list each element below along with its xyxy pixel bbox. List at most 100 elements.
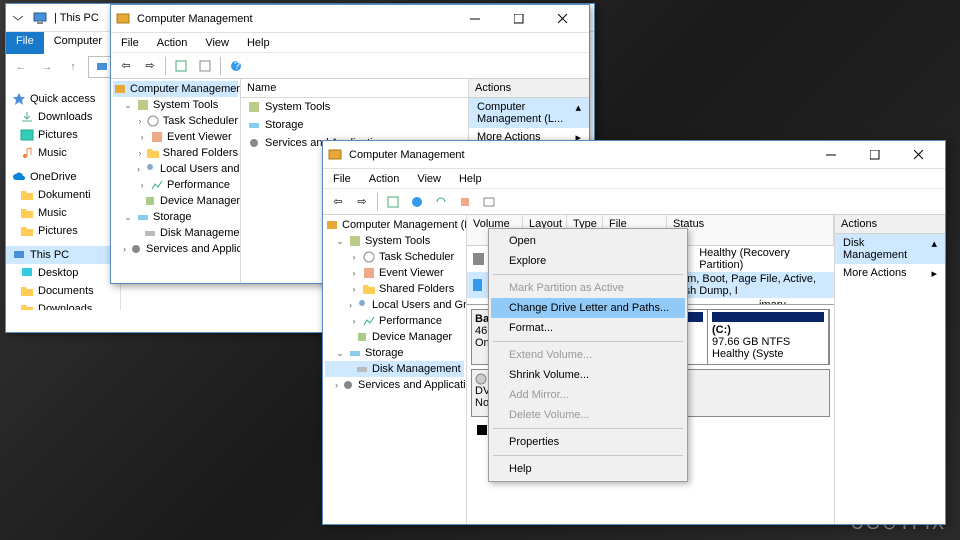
storage-icon: [348, 346, 362, 360]
tree-shared-folders[interactable]: ›Shared Folders: [325, 281, 464, 297]
nav-downloads[interactable]: Downloads: [6, 108, 120, 126]
tree-users-groups[interactable]: ›Local Users and Groups: [325, 297, 464, 313]
nav-music[interactable]: Music: [6, 144, 120, 162]
nav-desktop[interactable]: Desktop: [6, 264, 120, 282]
minimize-button[interactable]: [453, 6, 497, 32]
tree-system-tools[interactable]: ⌄System Tools: [113, 97, 238, 113]
nav-od-music[interactable]: Music: [6, 204, 120, 222]
partition-c[interactable]: (C:)97.66 GB NTFSHealthy (Syste: [708, 310, 829, 364]
ctx-extend-volume: Extend Volume...: [491, 345, 685, 365]
tree-event-viewer[interactable]: ›Event Viewer: [113, 129, 238, 145]
nav-documents[interactable]: Documents: [6, 282, 120, 300]
tree-event-viewer[interactable]: ›Event Viewer: [325, 265, 464, 281]
ctx-explore[interactable]: Explore: [491, 251, 685, 271]
back-button[interactable]: ⇦: [115, 55, 137, 77]
settings-button[interactable]: [454, 191, 476, 213]
properties-button[interactable]: [194, 55, 216, 77]
forward-button[interactable]: →: [36, 56, 58, 78]
minimize-button[interactable]: [809, 142, 853, 168]
actions-more[interactable]: More Actions▸: [835, 264, 945, 283]
refresh-button[interactable]: [430, 191, 452, 213]
ctx-properties[interactable]: Properties: [491, 432, 685, 452]
tree-device-manager[interactable]: Device Manager: [325, 329, 464, 345]
tree-shared-folders[interactable]: ›Shared Folders: [113, 145, 238, 161]
ribbon-tab-computer[interactable]: Computer: [44, 32, 112, 54]
nav-onedrive[interactable]: OneDrive: [6, 168, 120, 186]
tree-storage[interactable]: ⌄Storage: [325, 345, 464, 361]
tree-root[interactable]: Computer Management (Local): [325, 217, 464, 233]
menu-file[interactable]: File: [117, 35, 143, 51]
cm1-title: Computer Management: [137, 13, 453, 25]
tree-users-groups[interactable]: ›Local Users and Groups: [113, 161, 238, 177]
back-button[interactable]: ⇦: [327, 191, 349, 213]
nav-pc-downloads[interactable]: Downloads: [6, 300, 120, 310]
ctx-change-drive-letter[interactable]: Change Drive Letter and Paths...: [491, 298, 685, 318]
nav-pictures[interactable]: Pictures: [6, 126, 120, 144]
tree-performance[interactable]: ›Performance: [325, 313, 464, 329]
explorer-nav-pane: Quick access Downloads Pictures Music On…: [6, 80, 121, 310]
cm1-menubar: File Action View Help: [111, 33, 589, 53]
forward-button[interactable]: ⇨: [139, 55, 161, 77]
tree-disk-management[interactable]: Disk Management: [113, 225, 238, 241]
list-button[interactable]: [478, 191, 500, 213]
menu-help[interactable]: Help: [243, 35, 274, 51]
folder-icon: [20, 224, 34, 238]
help-button[interactable]: [406, 191, 428, 213]
nav-quick-access[interactable]: Quick access: [6, 90, 120, 108]
chevron-down-icon[interactable]: [10, 10, 26, 26]
menu-action[interactable]: Action: [365, 171, 404, 187]
menu-action[interactable]: Action: [153, 35, 192, 51]
up-button[interactable]: ↑: [62, 56, 84, 78]
tree-device-manager[interactable]: Device Manager: [113, 193, 238, 209]
col-status[interactable]: Status: [667, 215, 834, 245]
cm2-title: Computer Management: [349, 149, 809, 161]
mmc-icon: [113, 82, 127, 96]
ctx-format[interactable]: Format...: [491, 318, 685, 338]
show-hide-tree-button[interactable]: [382, 191, 404, 213]
ctx-shrink-volume[interactable]: Shrink Volume...: [491, 365, 685, 385]
tree-services[interactable]: ›Services and Applications: [113, 241, 238, 257]
close-button[interactable]: [541, 6, 585, 32]
actions-item-selected[interactable]: Computer Management (L...▴: [469, 98, 589, 128]
tree-system-tools[interactable]: ⌄System Tools: [325, 233, 464, 249]
maximize-button[interactable]: [497, 6, 541, 32]
ctx-open[interactable]: Open: [491, 231, 685, 251]
storage-icon: [247, 118, 261, 132]
tree-services[interactable]: ›Services and Applications: [325, 377, 464, 393]
ribbon-tab-file[interactable]: File: [6, 32, 44, 54]
tree-disk-management[interactable]: Disk Management: [325, 361, 464, 377]
tree-root[interactable]: Computer Management (L...: [113, 81, 238, 97]
menu-file[interactable]: File: [329, 171, 355, 187]
list-item[interactable]: Storage: [241, 116, 468, 134]
show-hide-tree-button[interactable]: [170, 55, 192, 77]
ctx-add-mirror: Add Mirror...: [491, 385, 685, 405]
help-button[interactable]: ?: [225, 55, 247, 77]
tree-task-scheduler[interactable]: ›Task Scheduler: [113, 113, 238, 129]
nav-od-pictures[interactable]: Pictures: [6, 222, 120, 240]
gear-icon: [247, 136, 261, 150]
disk-icon: [143, 226, 157, 240]
users-icon: [355, 298, 369, 312]
menu-help[interactable]: Help: [455, 171, 486, 187]
maximize-button[interactable]: [853, 142, 897, 168]
actions-item-selected[interactable]: Disk Management▴: [835, 234, 945, 264]
menu-view[interactable]: View: [201, 35, 233, 51]
disc-icon: [475, 373, 487, 385]
nav-dokumenti[interactable]: Dokumenti: [6, 186, 120, 204]
tree-performance[interactable]: ›Performance: [113, 177, 238, 193]
ctx-delete-volume: Delete Volume...: [491, 405, 685, 425]
menu-view[interactable]: View: [413, 171, 445, 187]
tree-storage[interactable]: ⌄Storage: [113, 209, 238, 225]
close-button[interactable]: [897, 142, 941, 168]
tree-task-scheduler[interactable]: ›Task Scheduler: [325, 249, 464, 265]
column-header-name[interactable]: Name: [241, 79, 468, 98]
list-item[interactable]: System Tools: [241, 98, 468, 116]
clock-icon: [362, 250, 376, 264]
back-button[interactable]: ←: [10, 56, 32, 78]
nav-this-pc[interactable]: This PC: [6, 246, 120, 264]
forward-button[interactable]: ⇨: [351, 191, 373, 213]
ctx-help[interactable]: Help: [491, 459, 685, 479]
star-icon: [12, 92, 26, 106]
users-icon: [143, 162, 157, 176]
perf-icon: [150, 178, 164, 192]
